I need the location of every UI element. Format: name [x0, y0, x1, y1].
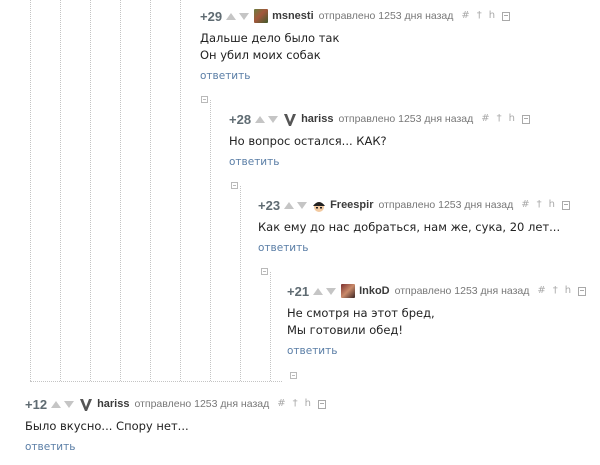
- comment-header: +29 msnesti отправлено 1253 дня назад # …: [200, 8, 511, 24]
- comment-text-line: Как ему до нас добраться, нам же, сука, …: [258, 220, 561, 234]
- comment-link-icon[interactable]: #: [537, 286, 545, 296]
- comment: +23 Freespir отправлено 1253 дня назад #…: [258, 197, 570, 255]
- comment: +28 hariss отправлено 1253 дня назад # †…: [229, 111, 530, 169]
- comment-text-line: Было вкусно... Спору нет...: [25, 419, 189, 433]
- avatar[interactable]: [341, 284, 356, 298]
- sent-time: отправлено 1253 дня назад: [318, 10, 454, 22]
- downvote-icon[interactable]: [326, 287, 337, 295]
- save-comment-icon[interactable]: [521, 114, 530, 124]
- parent-comment-icon[interactable]: †: [537, 200, 542, 210]
- thread-line: [180, 0, 181, 381]
- thread-line: [210, 100, 211, 381]
- upvote-icon[interactable]: [284, 201, 295, 209]
- parent-comment-icon[interactable]: †: [497, 114, 502, 124]
- comment: +21 InkoD отправлено 1253 дня назад # † …: [287, 283, 587, 358]
- thread-branch-line: [30, 381, 282, 382]
- reply-link[interactable]: ответить: [25, 441, 75, 453]
- comment-link-icon[interactable]: #: [521, 200, 529, 210]
- reply-to-icon[interactable]: h: [549, 200, 555, 210]
- comment-header: +21 InkoD отправлено 1253 дня назад # † …: [287, 283, 587, 299]
- parent-comment-icon[interactable]: †: [553, 286, 558, 296]
- sent-time: отправлено 1253 дня назад: [394, 285, 530, 297]
- comment-text-line: Но вопрос остался... КАК?: [229, 134, 387, 148]
- save-comment-icon[interactable]: [578, 286, 587, 296]
- thread-line: [270, 272, 271, 381]
- comment-header: +23 Freespir отправлено 1253 дня назад #…: [258, 197, 570, 213]
- reply-to-icon[interactable]: h: [565, 286, 571, 296]
- comment-body: Было вкусно... Спору нет...: [25, 418, 326, 435]
- save-comment-icon[interactable]: [561, 200, 570, 210]
- comment-link-icon[interactable]: #: [277, 399, 285, 409]
- comment-rating: +29: [200, 8, 223, 24]
- comment-link-icon[interactable]: #: [461, 11, 469, 21]
- comment-body: Как ему до нас добраться, нам же, сука, …: [258, 219, 570, 236]
- comment: +12 hariss отправлено 1253 дня назад # †…: [25, 396, 326, 454]
- comment-rating: +21: [287, 283, 310, 299]
- comment-body: Дальше дело было так Он убил моих собак: [200, 30, 510, 64]
- save-comment-icon[interactable]: [502, 11, 511, 21]
- username[interactable]: hariss: [97, 398, 129, 410]
- avatar[interactable]: [79, 397, 93, 411]
- upvote-icon[interactable]: [313, 287, 324, 295]
- sent-time: отправлено 1253 дня назад: [134, 398, 270, 410]
- comment-rating: +23: [258, 197, 281, 213]
- thread-line: [60, 0, 61, 381]
- reply-link[interactable]: ответить: [229, 156, 279, 168]
- reply-link[interactable]: ответить: [258, 242, 308, 254]
- reply-to-icon[interactable]: h: [509, 114, 515, 124]
- username[interactable]: hariss: [301, 113, 333, 125]
- upvote-icon[interactable]: [51, 400, 62, 408]
- downvote-icon[interactable]: [64, 400, 75, 408]
- reply-link[interactable]: ответить: [287, 345, 337, 357]
- reply-to-icon[interactable]: h: [489, 11, 495, 21]
- thread-line: [120, 0, 121, 381]
- thread-line: [90, 0, 91, 381]
- upvote-icon[interactable]: [226, 12, 237, 20]
- upvote-icon[interactable]: [255, 115, 266, 123]
- thread-line: [150, 0, 151, 381]
- comment-text-line: Дальше дело было так: [200, 31, 340, 45]
- username[interactable]: InkoD: [359, 285, 390, 297]
- comment-body: Но вопрос остался... КАК?: [229, 133, 530, 150]
- username[interactable]: Freespir: [330, 199, 373, 211]
- avatar[interactable]: [283, 112, 297, 126]
- comment-text-line: Мы готовили обед!: [287, 323, 403, 337]
- parent-comment-icon[interactable]: †: [477, 11, 482, 21]
- parent-comment-icon[interactable]: †: [293, 399, 298, 409]
- collapse-thread-icon[interactable]: [261, 268, 268, 275]
- save-comment-icon[interactable]: [317, 399, 326, 409]
- comment-rating: +12: [25, 396, 48, 412]
- thread-line: [240, 186, 241, 381]
- downvote-icon[interactable]: [268, 115, 279, 123]
- collapse-thread-icon[interactable]: [201, 96, 208, 103]
- comment-link-icon[interactable]: #: [481, 114, 489, 124]
- comment-text-line: Он убил моих собак: [200, 48, 321, 62]
- collapse-thread-icon[interactable]: [290, 372, 297, 379]
- downvote-icon[interactable]: [239, 12, 250, 20]
- sent-time: отправлено 1253 дня назад: [378, 199, 514, 211]
- collapse-thread-icon[interactable]: [231, 182, 238, 189]
- comment: +29 msnesti отправлено 1253 дня назад # …: [200, 8, 511, 83]
- comment-rating: +28: [229, 111, 252, 127]
- thread-line: [30, 0, 31, 381]
- comment-header: +28 hariss отправлено 1253 дня назад # †…: [229, 111, 530, 127]
- sent-time: отправлено 1253 дня назад: [338, 113, 474, 125]
- comment-header: +12 hariss отправлено 1253 дня назад # †…: [25, 396, 326, 412]
- comment-text-line: Не смотря на этот бред,: [287, 306, 435, 320]
- comment-body: Не смотря на этот бред, Мы готовили обед…: [287, 305, 586, 339]
- reply-link[interactable]: ответить: [200, 70, 250, 82]
- reply-to-icon[interactable]: h: [305, 399, 311, 409]
- avatar[interactable]: [312, 198, 326, 212]
- downvote-icon[interactable]: [297, 201, 308, 209]
- avatar[interactable]: [254, 9, 269, 23]
- username[interactable]: msnesti: [272, 10, 314, 22]
